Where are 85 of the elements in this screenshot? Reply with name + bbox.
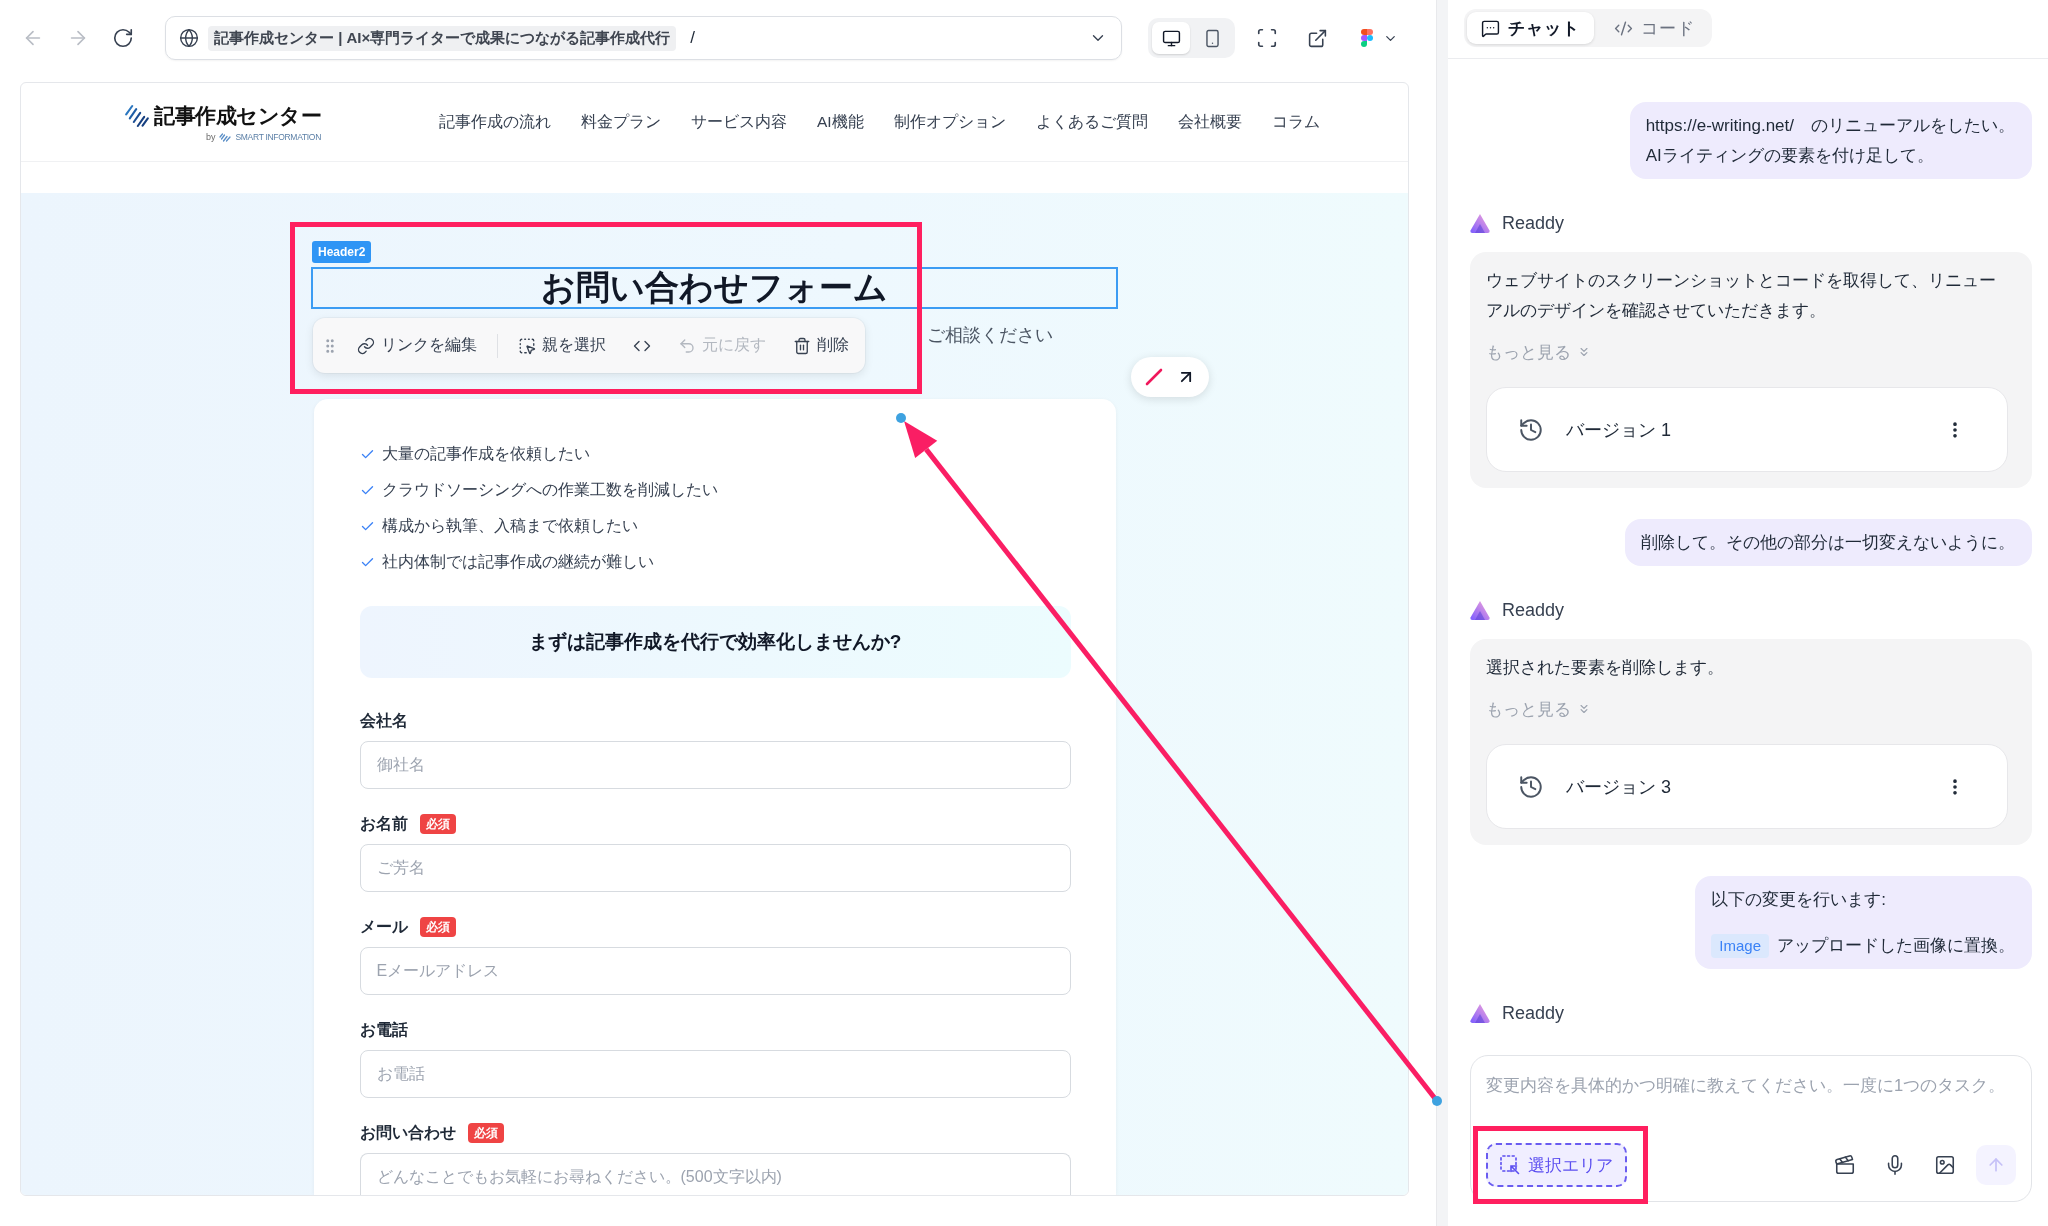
checklist-text: 大量の記事作成を依頼したい <box>381 443 590 464</box>
link-icon <box>357 336 375 355</box>
element-tag: Header2 <box>312 241 372 263</box>
handle-dot-icon[interactable] <box>896 413 906 423</box>
app-logo-icon[interactable] <box>1361 29 1373 47</box>
field-label: 会社名 <box>359 710 408 731</box>
byline-text: by <box>205 132 216 142</box>
dashed-pointer-icon <box>518 336 536 355</box>
edit-link-button[interactable]: リンクを編集 <box>357 335 477 356</box>
nav-link[interactable]: 会社概要 <box>1177 111 1242 133</box>
checklist-text: クラウドソーシングへの作業工数を削減したい <box>381 479 718 500</box>
nav-link[interactable]: AI機能 <box>817 111 864 133</box>
select-area-button[interactable]: 選択エリア <box>1486 1143 1627 1187</box>
text-input[interactable]: 御社名 <box>359 741 1071 789</box>
fullscreen-icon[interactable] <box>1256 27 1278 49</box>
callout-banner: まずは記事作成を代行で効率化しませんか? <box>359 606 1071 678</box>
field-label: お名前 <box>359 813 408 834</box>
text-input[interactable]: Eメールアドレス <box>359 947 1071 995</box>
double-chevron-icon <box>1577 345 1591 359</box>
globe-icon <box>179 28 199 48</box>
line-icon[interactable] <box>1145 368 1163 386</box>
checklist-text: 構成から執筆、入稿まで依頼したい <box>381 515 638 536</box>
sender-name: Readdy <box>1502 1002 1565 1024</box>
version-label: バージョン 1 <box>1566 418 1672 442</box>
company-name: SMART INFORMATION <box>235 132 321 142</box>
handle-dot-icon[interactable] <box>1432 1096 1442 1106</box>
nav-link[interactable]: 記事作成の流れ <box>439 111 551 133</box>
panel-tab[interactable]: コード <box>1600 12 1709 44</box>
text-input[interactable]: ご芳名 <box>359 844 1071 892</box>
message-text: 以下の変更を行います: <box>1711 888 1888 911</box>
delete-button[interactable]: 削除 <box>793 335 849 356</box>
image-icon[interactable] <box>1934 1154 1956 1176</box>
nav-link[interactable]: よくあるご質問 <box>1035 111 1148 133</box>
subtitle-text: ご相談ください <box>927 324 1053 347</box>
small-stripes-icon <box>219 132 232 142</box>
version-card[interactable]: バージョン 3 <box>1486 744 2008 829</box>
stripes-logo-icon <box>125 102 149 130</box>
field-label: メール <box>359 916 408 937</box>
nav-link[interactable]: サービス内容 <box>691 111 787 133</box>
site-logo-text[interactable]: 記事作成センター <box>154 102 321 130</box>
desktop-view-button[interactable] <box>1152 22 1190 54</box>
nav-link[interactable]: 料金プラン <box>581 111 661 133</box>
double-chevron-icon <box>1577 702 1591 716</box>
form-heading[interactable]: お問い合わせフォーム <box>311 267 1118 309</box>
message-composer[interactable]: 変更内容を具体的かつ明確に教えてください。一度に1つのタスク。 選択エリア <box>1470 1055 2032 1202</box>
clapperboard-icon[interactable] <box>1834 1154 1856 1176</box>
version-label: バージョン 3 <box>1566 775 1672 799</box>
message-text: https://e-writing.net/ のリニューアルをしたい。 AIライティングの要素を付け足して。 <box>1645 114 2015 167</box>
message-text: 選択された要素を削除します。 <box>1486 657 1725 679</box>
message-textarea[interactable]: どんなことでもお気軽にお尋ねください。(500文字以内) <box>359 1153 1071 1195</box>
text-input[interactable]: お電話 <box>359 1050 1071 1098</box>
monitor-icon <box>1161 28 1181 48</box>
message-input[interactable]: 変更内容を具体的かつ明確に教えてください。一度に1つのタスク。 <box>1486 1070 2016 1132</box>
history-icon <box>1518 416 1544 443</box>
external-link-icon[interactable] <box>1307 27 1328 49</box>
sender-name: Readdy <box>1502 599 1565 621</box>
triangle-logo-icon <box>1470 213 1490 233</box>
message-text: アップロードした画像に置換。 <box>1777 934 2015 957</box>
triangle-logo-icon <box>1470 1003 1490 1023</box>
trash-icon <box>793 336 811 355</box>
required-badge: 必須 <box>419 917 456 937</box>
message-text: 削除して。その他の部分は一切変えないように。 <box>1641 531 2015 554</box>
chat-bubble-icon <box>1481 18 1500 38</box>
field-label: お電話 <box>359 1019 408 1040</box>
undo-icon <box>678 336 696 355</box>
required-badge: 必須 <box>419 814 456 834</box>
image-tag: Image <box>1711 933 1769 958</box>
nav-link[interactable]: 制作オプション <box>893 111 1006 133</box>
dashed-select-icon <box>1500 1155 1520 1175</box>
nav-link[interactable]: コラム <box>1271 111 1320 133</box>
required-badge: 必須 <box>467 1123 504 1143</box>
address-bar[interactable]: 記事作成センター | AI×専門ライターで成果につながる記事作成代行 / <box>165 16 1122 60</box>
page-title-chip: 記事作成センター | AI×専門ライターで成果につながる記事作成代行 <box>208 25 677 51</box>
history-icon <box>1518 773 1544 800</box>
reload-icon[interactable] <box>112 27 134 49</box>
version-card[interactable]: バージョン 1 <box>1486 387 2008 472</box>
url-path: / <box>690 28 696 48</box>
field-label: お問い合わせ <box>359 1122 456 1143</box>
panel-tab[interactable]: チャット <box>1467 12 1594 44</box>
sender-name: Readdy <box>1502 212 1565 234</box>
select-parent-button[interactable]: 親を選択 <box>518 335 606 356</box>
triangle-logo-icon <box>1470 600 1490 620</box>
message-text: ウェブサイトのスクリーンショットとコードを取得して、リニューアルのデザインを確認させていただきます。 <box>1486 270 1997 322</box>
code-icon <box>1614 18 1633 38</box>
checklist-text: 社内体制では記事作成の継続が難しい <box>381 551 654 572</box>
